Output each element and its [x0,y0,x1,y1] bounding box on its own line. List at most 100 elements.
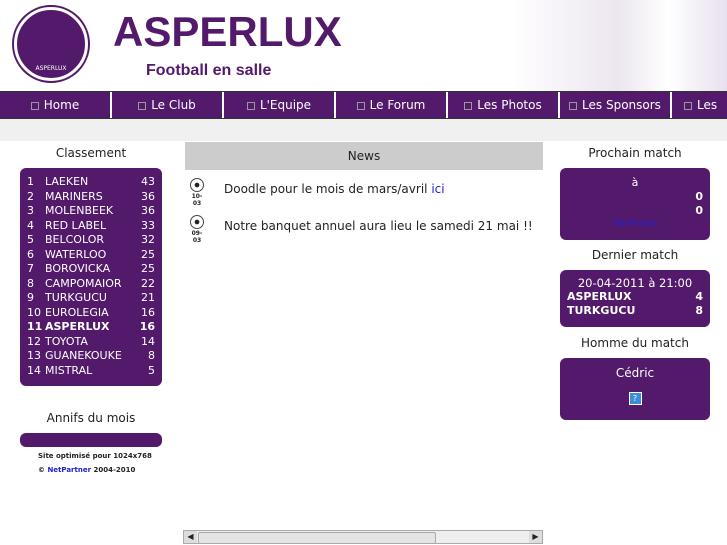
dernier-title: Dernier match [591,248,679,262]
classement-row: 11 ASPERLUX 16 [20,320,162,335]
score2: 8 [695,304,703,317]
bullet-icon [30,101,39,110]
dernier-box: 20-04-2011 à 21:00 ASPERLUX 4 TURKGUCU 8 [560,270,710,327]
nav-more[interactable]: Les [672,92,727,118]
classement-row: 13 GUANEKOUKE 8 [20,349,162,364]
news-item: 09-03 Notre banquet annuel aura lieu le … [190,215,533,244]
main-nav: Home Le Club L'Equipe Le Forum Les Photo… [0,91,727,119]
news-date: 09-03 [191,230,203,244]
news-text: Notre banquet annuel aura lieu le samedi… [224,219,533,233]
classement-row: 4 RED LABEL 33 [20,219,162,234]
copyright: © NetPartner 2004-2010 [38,466,135,474]
news-header: News [185,142,543,170]
classement-pos: 10 [27,305,41,319]
classement-row: 12 TOYOTA 14 [20,335,162,350]
scroll-thumb[interactable] [198,532,436,544]
nav-forum[interactable]: Le Forum [336,92,448,118]
classement-row: 5 BELCOLOR 32 [20,233,162,248]
homme-name: Cédric [615,366,655,380]
classement-team: WATERLOO [45,247,107,261]
classement-team: LAEKEN [45,175,89,188]
prochain-score1: 0 [695,190,703,203]
classement-points: 33 [141,218,155,232]
prochain-a: à [631,176,639,189]
news-text: Doodle pour le mois de mars/avril [224,182,432,196]
classement-pos: 3 [27,204,34,217]
nav-sponsors[interactable]: Les Sponsors [560,92,672,118]
nav-photos[interactable]: Les Photos [448,92,560,118]
nav-label: Le Forum [369,98,426,112]
classement-pos: 5 [27,233,34,246]
prochain-score2: 0 [695,204,703,217]
classement-pos: 9 [27,291,34,304]
bullet-icon [569,101,578,110]
classement-team: EUROLEGIA [45,305,109,319]
header: ASPERLUX ASPERLUX Football en salle [0,0,727,91]
nav-label: Les [697,98,718,112]
classement-team: BOROVICKA [45,262,111,275]
football-icon: 10-03 [190,178,204,207]
netpartner-link[interactable]: NetPartner [47,466,91,474]
scroll-left-icon[interactable]: ◀ [184,531,197,543]
classement-points: 32 [141,233,155,246]
site-title: ASPERLUX [113,8,342,55]
classement-row: 8 CAMPOMAIOR 22 [20,277,162,292]
classement-pos: 1 [27,175,34,188]
classement-row: 6 WATERLOO 25 [20,248,162,263]
classement-title: Classement [55,146,127,160]
classement-points: 25 [141,247,155,261]
nav-label: Les Sponsors [582,98,661,112]
classement-team: CAMPOMAIOR [45,276,122,290]
classement-pos: 12 [27,334,41,348]
scroll-right-icon[interactable]: ▶ [529,531,542,543]
classement-points: 21 [141,291,155,304]
classement-team: MARINERS [45,189,103,203]
classement-pos: 7 [27,262,34,275]
bullet-icon [684,101,692,110]
classement-team: TOYOTA [45,334,88,348]
site-subtitle: Football en salle [146,62,272,79]
classement-pos: 8 [27,276,34,290]
news-link[interactable]: ici [431,182,444,196]
bullet-icon [138,101,147,110]
classement-points: 16 [139,320,155,333]
copyright-symbol: © [38,466,45,474]
classement-pos: 13 [27,349,41,362]
classement-row: 10 EUROLEGIA 16 [20,306,162,321]
classement-table: 1 LAEKEN 43 2 MARINERS 36 3 MOLENBEEK 36 4 RED LAB… [20,168,162,386]
classement-points: 25 [141,262,155,275]
annifs-title: Annifs du mois [46,411,136,425]
nav-equipe[interactable]: L'Equipe [224,92,336,118]
classement-row: 1 LAEKEN 43 [20,175,162,190]
news-item: 10-03 Doodle pour le mois de mars/avril … [190,178,445,207]
classement-row: 2 MARINERS 36 [20,190,162,205]
player-image-icon[interactable]: ? [628,392,642,405]
club-logo[interactable]: ASPERLUX [14,7,88,81]
bullet-icon [356,101,365,110]
itineraire-link[interactable]: Itinéraire [560,218,710,229]
bullet-icon [246,101,255,110]
nav-home[interactable]: Home [0,92,112,118]
copyright-years: 2004-2010 [93,466,136,474]
classement-points: 36 [141,204,155,217]
horizontal-scrollbar[interactable]: ◀ ▶ [183,530,543,544]
classement-row: 3 MOLENBEEK 36 [20,204,162,219]
classement-points: 16 [141,305,155,319]
nav-band [0,119,727,141]
homme-box: Cédric ? [560,358,710,420]
classement-team: TURKGUCU [45,291,107,304]
classement-team: GUANEKOUKE [45,349,122,362]
classement-points: 43 [141,175,155,188]
nav-le-club[interactable]: Le Club [112,92,224,118]
dernier-date: 20-04-2011 à 21:00 [577,276,693,290]
classement-points: 14 [141,334,155,348]
classement-row: 7 BOROVICKA 25 [20,262,162,277]
classement-points: 36 [141,189,155,203]
nav-label: L'Equipe [259,98,312,112]
classement-team: MISTRAL [45,363,93,377]
team1: ASPERLUX [567,290,632,303]
classement-team: MOLENBEEK [45,204,114,217]
score1: 4 [695,290,703,303]
classement-row: 14 MISTRAL 5 [20,364,162,379]
homme-title: Homme du match [581,336,689,350]
